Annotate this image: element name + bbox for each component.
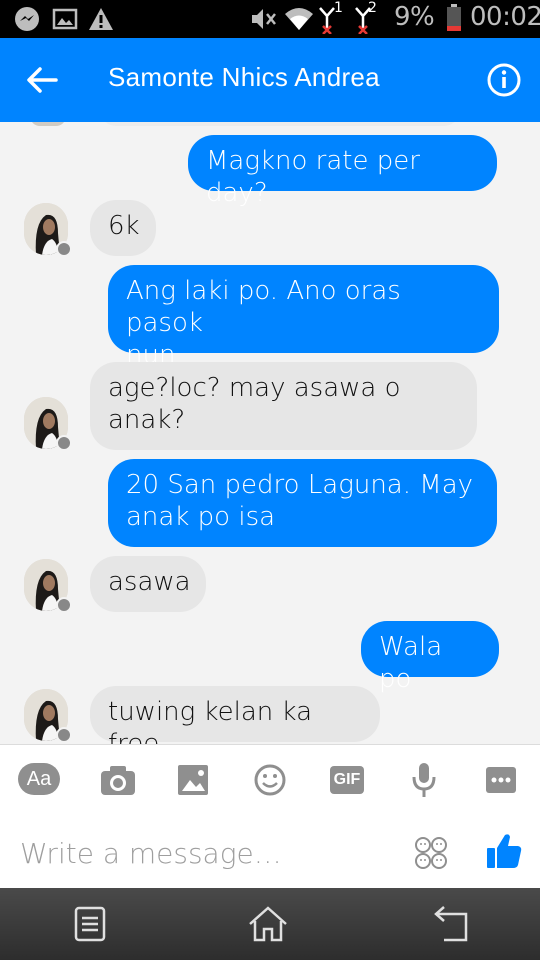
gif-button[interactable]: GIF: [330, 766, 364, 794]
mute-icon: [252, 9, 276, 29]
back-nav-icon[interactable]: [428, 902, 472, 946]
contact-avatar[interactable]: [24, 397, 72, 451]
message-bubble-outgoing[interactable]: Wala po: [361, 621, 499, 694]
message-bubble-outgoing[interactable]: Ang laki po. Ano oras pasok nun: [108, 265, 499, 370]
previous-avatar-edge: [30, 122, 66, 126]
message-bubble-outgoing[interactable]: Magkno rate per day?: [188, 135, 497, 208]
message-list[interactable]: Magkno rate per day? 6k Ang laki po. Ano…: [0, 122, 540, 744]
contact-avatar[interactable]: [24, 559, 72, 613]
status-bar: 1 2 9% 00:02: [0, 0, 540, 38]
gif-icon: GIF: [333, 771, 361, 788]
sim1-label: 1: [334, 0, 343, 16]
message-bubble-incoming[interactable]: tuwing kelan ka free: [90, 686, 380, 744]
wifi-icon: [285, 8, 313, 30]
home-nav-icon[interactable]: [246, 902, 290, 946]
status-time: 00:02: [470, 2, 540, 32]
microphone-icon[interactable]: [404, 761, 444, 799]
sim2-label: 2: [368, 0, 377, 16]
text-format-icon: Aa: [26, 768, 52, 790]
image-notification-icon: [52, 8, 78, 30]
message-bubble-incoming[interactable]: 6k: [90, 200, 156, 256]
messenger-notification-icon: [15, 7, 39, 31]
contact-avatar[interactable]: [24, 203, 72, 257]
text-format-button[interactable]: Aa: [18, 763, 60, 795]
sticker-faces-icon[interactable]: [414, 836, 448, 870]
battery-icon: [447, 4, 461, 31]
message-bubble-incoming[interactable]: age?loc? may asawa o anak?: [90, 362, 477, 450]
info-icon[interactable]: [486, 62, 522, 98]
contact-avatar[interactable]: [24, 689, 72, 743]
thumbs-up-icon[interactable]: [486, 832, 522, 870]
emoji-icon[interactable]: [250, 763, 290, 797]
message-bubble-outgoing[interactable]: 20 San pedro Laguna. May anak po isa: [108, 459, 497, 547]
contact-name[interactable]: Samonte Nhics Andrea: [108, 62, 380, 93]
battery-percent: 9%: [394, 2, 435, 32]
gallery-icon[interactable]: [174, 763, 214, 797]
messenger-badge-icon: [56, 241, 72, 257]
camera-icon[interactable]: [98, 763, 138, 797]
message-bubble-incoming[interactable]: asawa: [90, 556, 206, 612]
messenger-badge-icon: [56, 727, 72, 743]
conversation-header: Samonte Nhics Andrea: [0, 38, 540, 122]
warning-icon: [89, 8, 113, 30]
message-input[interactable]: [18, 830, 382, 876]
previous-message-edge: [100, 122, 460, 126]
more-icon[interactable]: [484, 763, 518, 797]
back-arrow-icon[interactable]: [22, 60, 62, 100]
system-navigation-bar: [0, 888, 540, 960]
menu-nav-icon[interactable]: [68, 902, 112, 946]
messenger-badge-icon: [56, 435, 72, 451]
messenger-badge-icon: [56, 597, 72, 613]
